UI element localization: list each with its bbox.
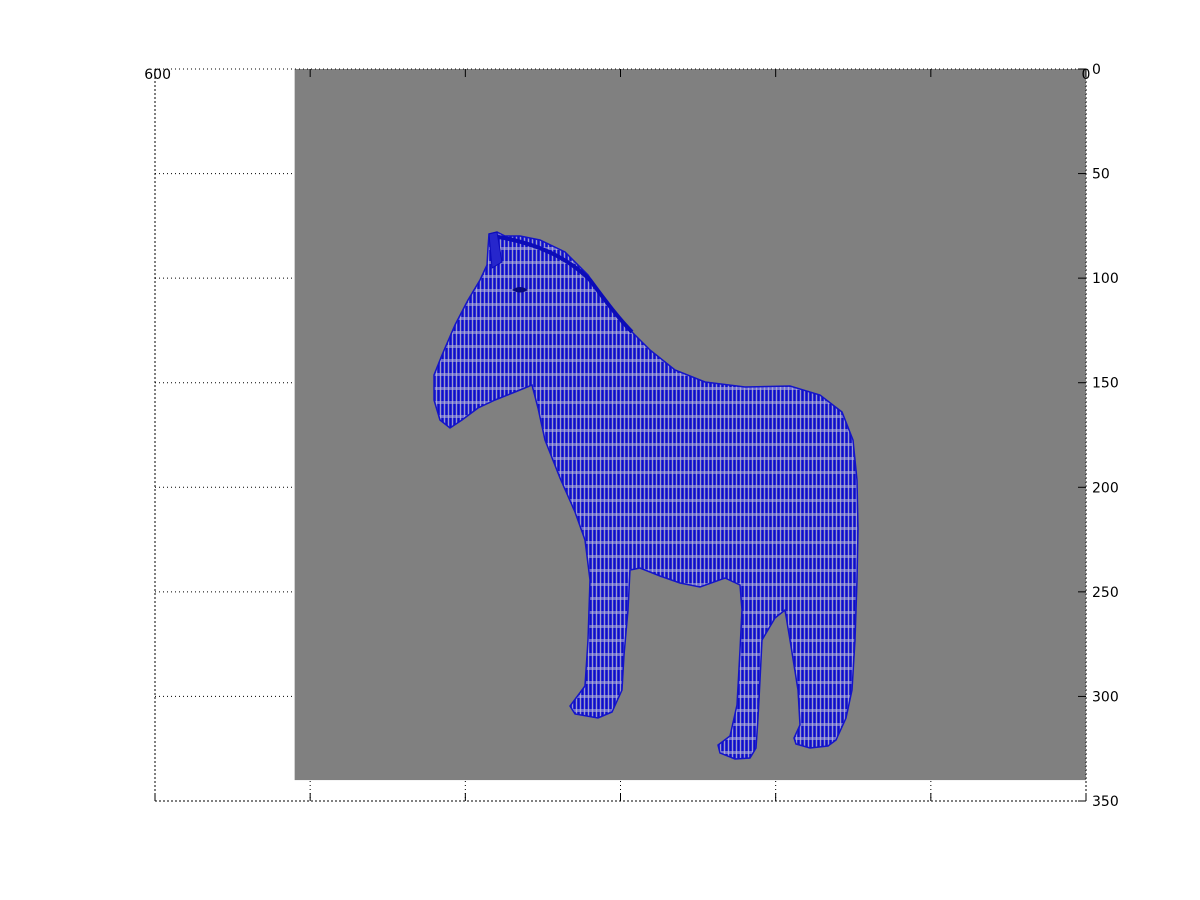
x-tick-label-600: 600 <box>144 67 171 83</box>
y-tick-label-100: 100 <box>1092 271 1119 287</box>
image-panel <box>294 69 1086 781</box>
chart-figure: 0 50 100 150 200 250 300 350 600 0 <box>144 62 1119 810</box>
y-tick-label-250: 250 <box>1092 585 1119 601</box>
y-tick-label-50: 50 <box>1092 167 1110 183</box>
y-tick-label-150: 150 <box>1092 376 1119 392</box>
y-tick-label-200: 200 <box>1092 480 1119 496</box>
x-tick-label-0: 0 <box>1082 67 1091 83</box>
y-tick-label-0: 0 <box>1092 62 1101 78</box>
y-tick-label-300: 300 <box>1092 689 1119 705</box>
y-tick-label-350: 350 <box>1092 794 1119 810</box>
